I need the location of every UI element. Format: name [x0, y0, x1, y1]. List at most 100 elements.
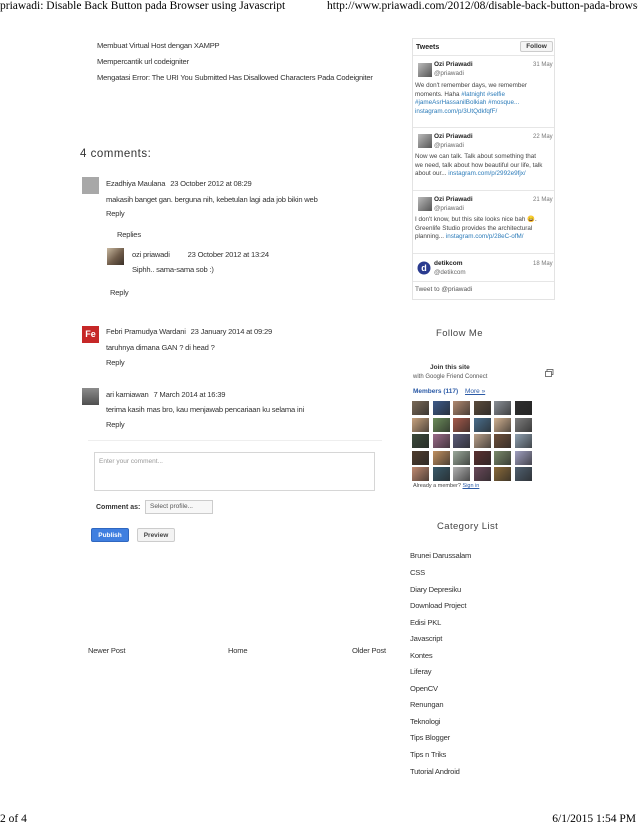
tweet-time[interactable]: 31 May [533, 62, 553, 68]
publish-button[interactable]: Publish [91, 528, 129, 542]
category-link[interactable]: Tips n Triks [410, 750, 446, 759]
comment-textarea[interactable]: Enter your comment... [94, 452, 375, 491]
tweet-text-line: We don't remember days, we remember [415, 82, 528, 89]
comment-date[interactable]: 23 October 2012 at 08:29 [170, 179, 252, 188]
detikcom-logo-icon: d [417, 261, 431, 275]
member-avatar[interactable] [514, 417, 532, 432]
reply-link[interactable]: Reply [106, 358, 125, 367]
reply-link[interactable]: Reply [106, 420, 125, 429]
member-avatar[interactable] [432, 450, 450, 465]
more-members-link[interactable]: More » [465, 388, 485, 395]
already-member: Already a member? Sign in [413, 483, 479, 489]
comment-author[interactable]: ozi priawadi [132, 250, 170, 259]
category-link[interactable]: Kontes [410, 651, 433, 660]
tweet-link[interactable]: instagram.com/p/2992e9fjx/ [448, 170, 525, 177]
category-link[interactable]: Liferay [410, 667, 432, 676]
related-post-link[interactable]: Membuat Virtual Host dengan XAMPP [97, 41, 220, 50]
tweet-name[interactable]: Ozi Priawadi [434, 133, 473, 140]
member-avatar[interactable] [432, 401, 450, 415]
member-avatar[interactable] [453, 450, 470, 465]
member-avatar[interactable] [494, 417, 511, 432]
tweet-link[interactable]: instagram.com/p/28eC-ofM/ [446, 233, 524, 240]
tweet-link[interactable]: instagram.com/p/3UtQdkfqfF/ [415, 108, 553, 117]
profile-select[interactable]: Select profile... [145, 500, 213, 514]
member-avatar[interactable] [412, 401, 429, 415]
member-avatar[interactable] [494, 434, 511, 448]
tweet-time[interactable]: 21 May [533, 197, 553, 203]
member-avatar[interactable] [412, 417, 429, 432]
member-avatar[interactable] [473, 434, 491, 448]
member-avatar[interactable] [453, 467, 470, 481]
reply-link[interactable]: Reply [106, 209, 125, 218]
tweet-text-line: we need, talk about how beautiful our li… [415, 161, 543, 169]
tweet-compose-link[interactable]: Tweet to @priawadi [415, 284, 552, 296]
member-avatar[interactable] [494, 467, 511, 481]
member-avatar[interactable] [473, 467, 491, 481]
tweet-handle[interactable]: @priawadi [434, 205, 464, 212]
category-link[interactable]: Javascript [410, 634, 442, 643]
tweet-handle[interactable]: @detikcom [434, 269, 466, 276]
member-avatar[interactable] [494, 450, 511, 465]
tweet-name[interactable]: Ozi Priawadi [434, 196, 473, 203]
related-post-link[interactable]: Mengatasi Error: The URI You Submitted H… [97, 73, 373, 82]
home-link[interactable]: Home [228, 646, 248, 655]
divider [413, 127, 554, 128]
member-avatar[interactable] [473, 417, 491, 432]
member-avatar[interactable] [514, 467, 532, 481]
comment-author[interactable]: Febri Pramudya Wardani [106, 327, 186, 336]
join-site-link[interactable]: Join this site [430, 364, 470, 371]
newer-post-link[interactable]: Newer Post [88, 646, 125, 655]
sign-in-link[interactable]: Sign in [463, 483, 480, 489]
avatar: Fe [82, 326, 99, 343]
comment-author[interactable]: ari karniawan [106, 390, 149, 399]
comment-date[interactable]: 7 March 2014 at 16:39 [153, 390, 225, 399]
tweet-text-line: moments. Haha [415, 90, 460, 98]
category-link[interactable]: Tips Blogger [410, 733, 450, 742]
category-link[interactable]: Teknologi [410, 717, 440, 726]
category-link[interactable]: OpenCV [410, 684, 438, 693]
member-avatar[interactable] [412, 467, 429, 481]
member-avatar[interactable] [473, 401, 491, 415]
comment-date[interactable]: 23 January 2014 at 09:29 [191, 327, 273, 336]
member-avatar[interactable] [453, 434, 470, 448]
tweet-handle[interactable]: @priawadi [434, 142, 464, 149]
member-avatar[interactable] [432, 467, 450, 481]
category-link[interactable]: Tutorial Android [410, 767, 460, 776]
member-avatar[interactable] [453, 401, 470, 415]
expand-icon[interactable] [545, 364, 554, 377]
reply-link[interactable]: Reply [110, 288, 129, 297]
category-link[interactable]: Brunei Darussalam [410, 551, 471, 560]
members-count[interactable]: Members (117) [413, 388, 458, 395]
member-avatar[interactable] [473, 450, 491, 465]
category-link[interactable]: Edisi PKL [410, 618, 441, 627]
category-link[interactable]: Renungan [410, 700, 444, 709]
tweet-time[interactable]: 22 May [533, 134, 553, 140]
comment-author[interactable]: Ezadhiya Maulana [106, 179, 165, 188]
tweet-time[interactable]: 18 May [533, 261, 553, 267]
related-post-link[interactable]: Mempercantik url codeigniter [97, 57, 189, 66]
category-link[interactable]: Download Project [410, 601, 467, 610]
tweet-avatar [418, 63, 432, 77]
preview-button[interactable]: Preview [137, 528, 175, 542]
member-avatar[interactable] [494, 401, 511, 415]
tweet-link[interactable]: #jameAsrHassanilBolkiah #mosque... [415, 99, 553, 108]
category-link[interactable]: Diary Depresiku [410, 585, 461, 594]
tweet-name[interactable]: Ozi Priawadi [434, 61, 473, 68]
member-avatar[interactable] [412, 434, 429, 448]
tweet-link[interactable]: #latnight #selfie [461, 91, 505, 98]
member-avatar[interactable] [432, 434, 450, 448]
member-avatar[interactable] [432, 417, 450, 432]
member-avatar[interactable] [514, 401, 532, 415]
tweet-text-line: about our... [415, 170, 447, 178]
tweet-text: We don't remember days, we remember mome… [415, 82, 553, 116]
member-avatar[interactable] [514, 434, 532, 448]
tweet-name[interactable]: detikcom [434, 260, 463, 267]
tweet-handle[interactable]: @priawadi [434, 70, 464, 77]
older-post-link[interactable]: Older Post [352, 646, 386, 655]
comment-date[interactable]: 23 October 2012 at 13:24 [188, 250, 270, 259]
member-avatar[interactable] [453, 417, 470, 432]
member-avatar[interactable] [514, 450, 532, 465]
member-avatar[interactable] [412, 450, 429, 465]
category-link[interactable]: CSS [410, 568, 425, 577]
follow-button[interactable]: Follow [520, 41, 553, 52]
